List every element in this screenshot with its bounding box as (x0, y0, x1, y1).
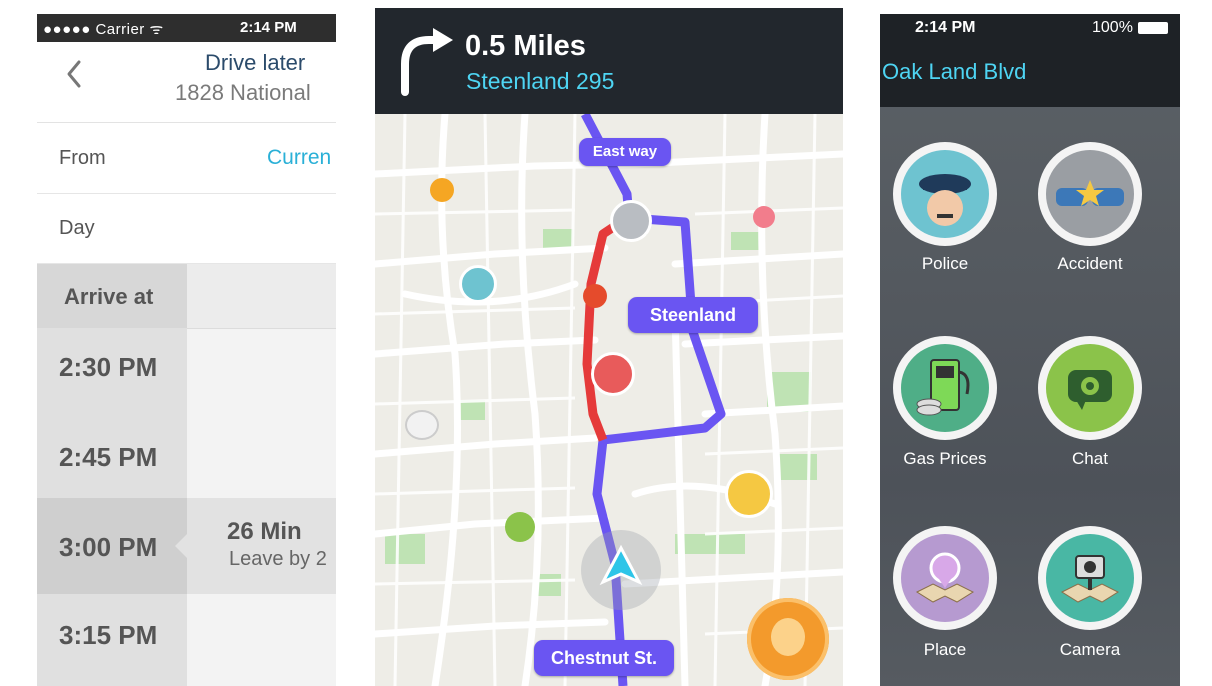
wazer-icon[interactable] (405, 410, 439, 440)
police-button[interactable] (893, 142, 997, 246)
police-report-icon[interactable] (459, 265, 497, 303)
gas-prices-label: Gas Prices (903, 449, 987, 468)
turn-right-arrow-icon (401, 28, 453, 96)
drive-later-screen: ●●●●● Carrier ᯤ 2:14 PM Drive later 1828… (37, 14, 336, 686)
nav-bar: Drive later 1828 National (37, 42, 336, 123)
status-time: 2:14 PM (240, 19, 297, 36)
camera-icon (1060, 555, 1120, 603)
destination-address: 1828 National (175, 80, 311, 105)
selected-duration-highlight (187, 498, 336, 594)
battery-percent: 100% (1092, 19, 1133, 36)
place-icon (915, 552, 975, 603)
wazer-icon[interactable] (505, 512, 535, 542)
accident-icon (1056, 180, 1124, 206)
battery-icon (1138, 22, 1168, 34)
next-street-name: Steenland 295 (466, 68, 615, 94)
carrier-label: ●●●●● Carrier ᯤ (43, 21, 164, 38)
navigation-header: 0.5 Miles Steenland 295 (375, 8, 843, 114)
report-menu-screen: 2:14 PM 100% Oak Land Blvd Police Accide… (880, 14, 1180, 686)
wazer-icon[interactable] (583, 284, 607, 308)
report-button[interactable] (747, 598, 829, 680)
gas-prices-button[interactable] (893, 336, 997, 440)
road-label-steenland: Steenland (628, 297, 758, 333)
map-screen: 0.5 Miles Steenland 295 East way Steenla… (375, 8, 843, 686)
time-option[interactable]: 2:30 PM (59, 352, 157, 383)
time-option[interactable]: 3:15 PM (59, 620, 157, 651)
column-header-right (187, 264, 336, 329)
current-street: Oak Land Blvd (882, 59, 1027, 84)
gas-pump-icon (916, 359, 970, 416)
day-label: Day (59, 217, 95, 239)
police-label: Police (921, 254, 969, 273)
from-row[interactable]: From Curren (37, 123, 336, 194)
trip-duration: 26 Min (227, 518, 302, 545)
status-bar: ●●●●● Carrier ᯤ 2:14 PM (37, 14, 336, 42)
wazer-icon[interactable] (753, 206, 775, 228)
place-button[interactable] (893, 526, 997, 630)
camera-label: Camera (1059, 640, 1121, 659)
chat-camera-icon (1068, 370, 1112, 410)
leave-by-text: Leave by 2 (229, 548, 327, 570)
police-icon (919, 174, 971, 226)
wazer-icon[interactable] (430, 178, 454, 202)
chevron-left-icon[interactable] (61, 56, 87, 92)
page-title: Drive later (205, 50, 306, 75)
distance-to-turn: 0.5 Miles (465, 30, 586, 62)
report-icon (771, 618, 805, 656)
chat-label: Chat (1072, 449, 1108, 468)
chat-button[interactable] (1038, 336, 1142, 440)
accident-label: Accident (1057, 254, 1123, 273)
camera-button[interactable] (1038, 526, 1142, 630)
from-label: From (59, 147, 106, 169)
accident-button[interactable] (1038, 142, 1142, 246)
place-label: Place (923, 640, 967, 659)
from-value: Curren (267, 146, 332, 169)
time-option-selected[interactable]: 3:00 PM (59, 532, 157, 563)
status-bar: 2:14 PM 100% (880, 14, 1180, 44)
street-header: Oak Land Blvd (880, 44, 1180, 107)
day-row[interactable]: Day (37, 194, 336, 264)
status-time: 2:14 PM (915, 19, 976, 36)
hazard-report-icon[interactable] (725, 470, 773, 518)
road-label-chestnut: Chestnut St. (534, 640, 674, 676)
selection-arrow (175, 532, 189, 560)
traffic-jam-report-icon[interactable] (591, 352, 635, 396)
time-option[interactable]: 2:45 PM (59, 442, 157, 473)
arrive-at-label: Arrive at (64, 284, 154, 309)
accident-report-icon[interactable] (610, 200, 652, 242)
road-label-east-way: East way (579, 138, 671, 166)
